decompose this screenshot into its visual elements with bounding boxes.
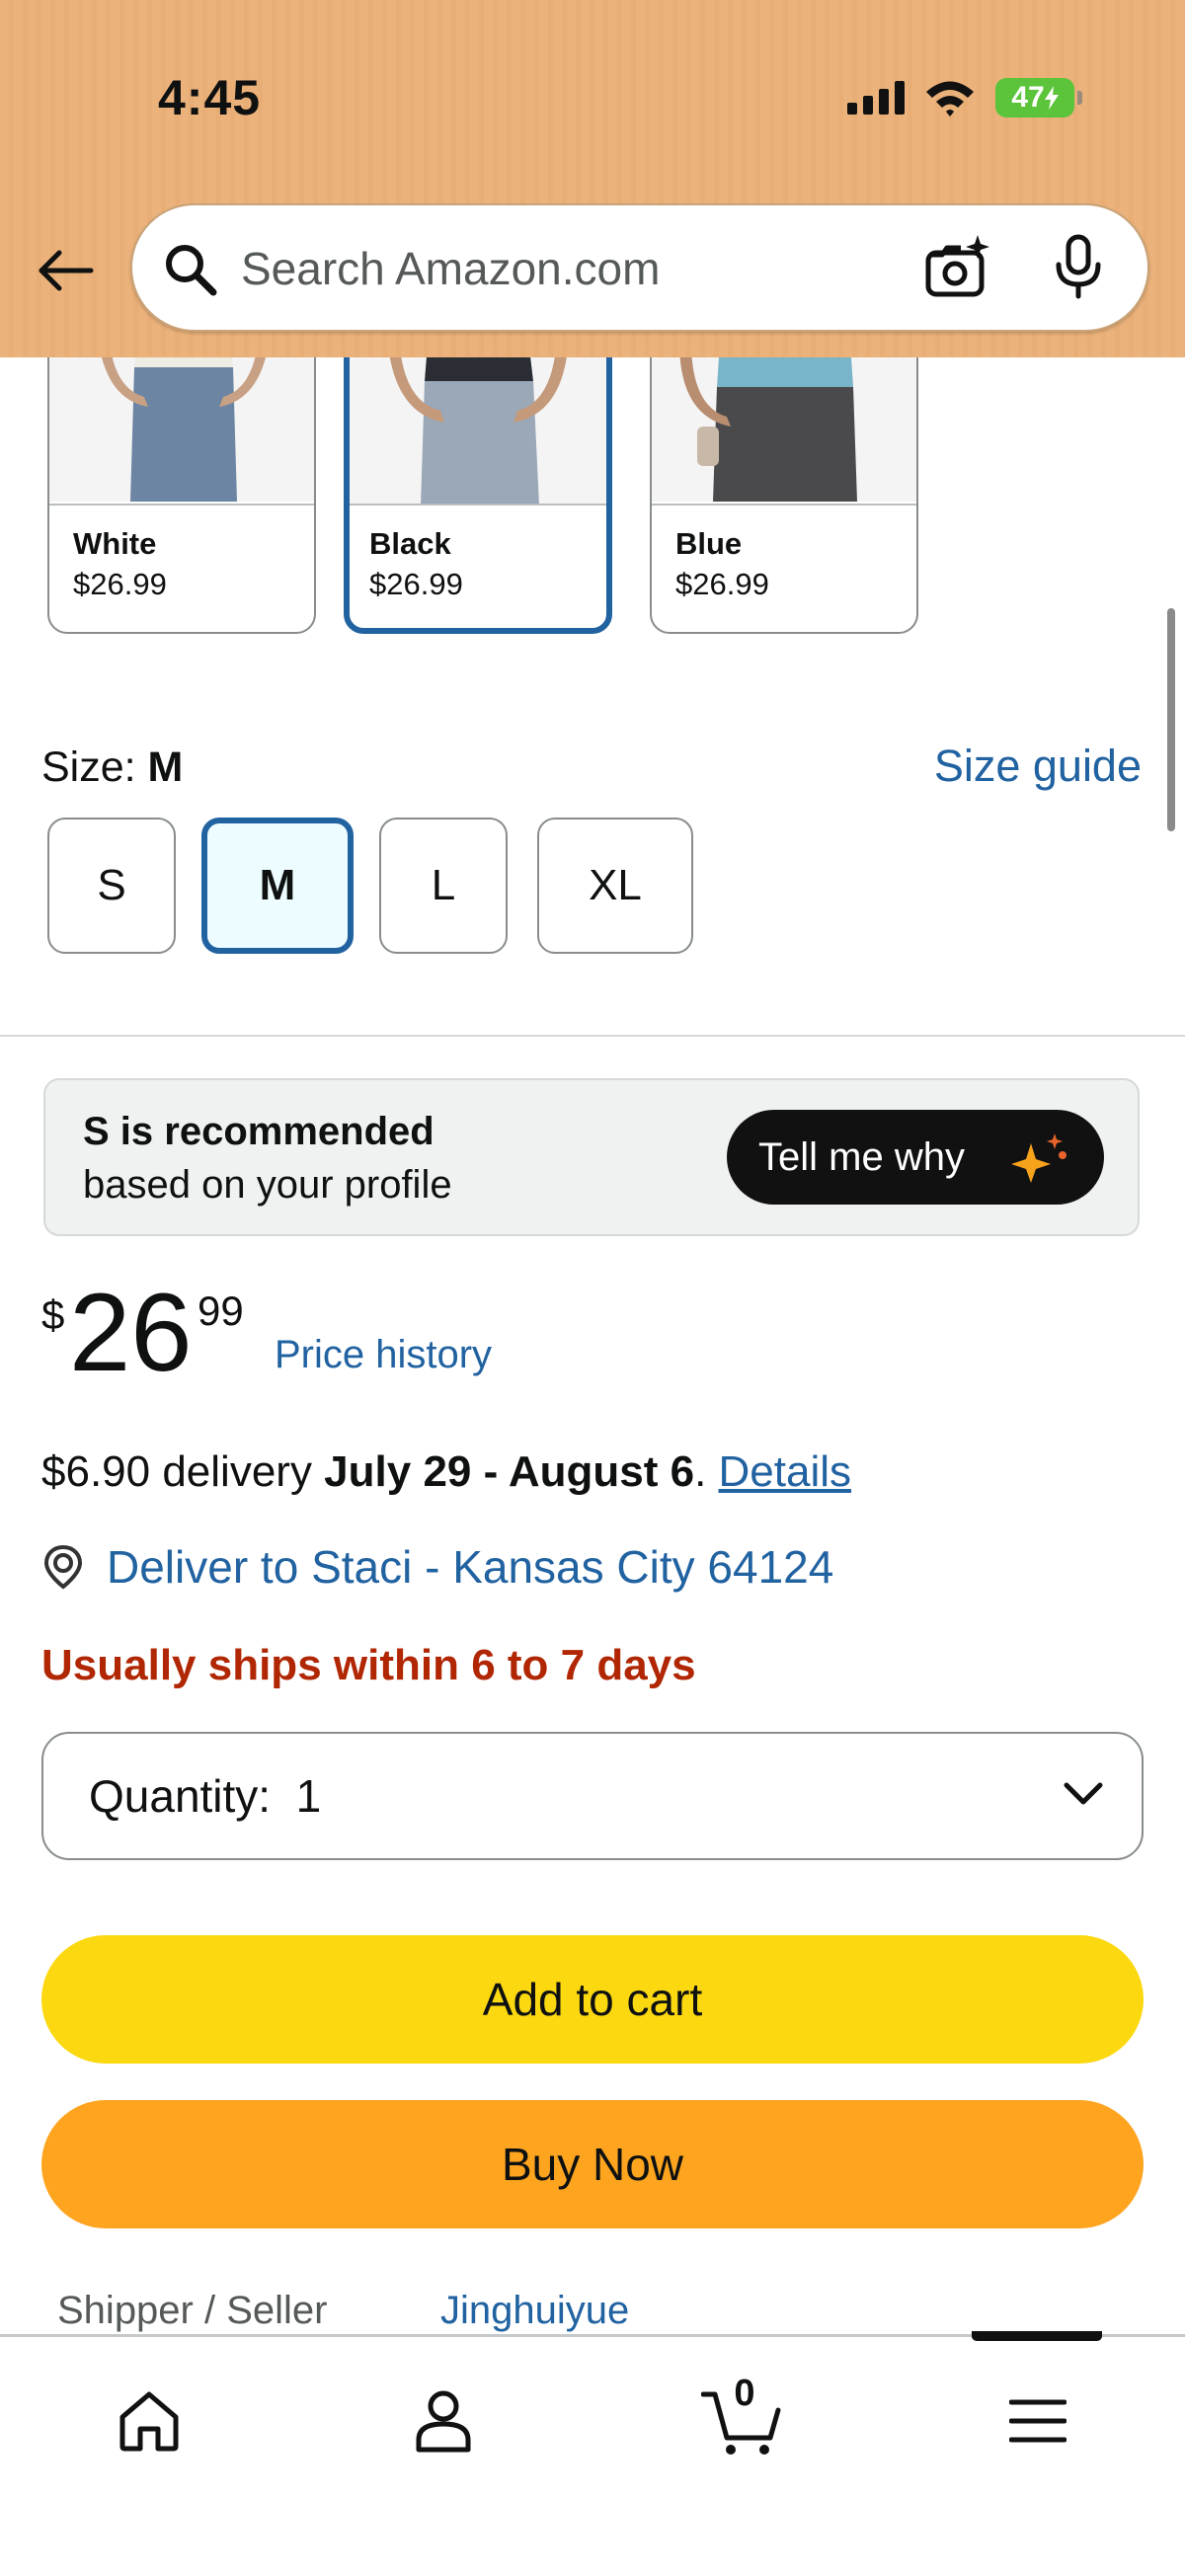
nav-account[interactable] [399,2377,488,2465]
cellular-signal-icon [847,81,905,115]
swatch-info: White $26.99 [49,504,314,606]
home-icon [119,2391,179,2452]
swatch-info: Black $26.99 [350,504,606,606]
camera-search-icon[interactable] [922,233,991,302]
cart-count-badge: 0 [734,2373,755,2414]
price-currency: $ [41,1291,65,1338]
color-swatch-blue[interactable]: Blue $26.99 [650,326,918,634]
account-icon [416,2390,471,2453]
recommendation-subtitle: based on your profile [83,1163,452,1207]
size-guide-link[interactable]: Size guide [934,741,1142,792]
location-pin-icon [43,1544,83,1590]
swatch-info: Blue $26.99 [652,504,916,606]
add-to-cart-button[interactable]: Add to cart [41,1935,1144,2064]
deliver-to-link[interactable]: Deliver to Staci - Kansas City 64124 [41,1540,833,1594]
active-tab-indicator [972,2331,1102,2341]
size-label-text: Size: [41,743,148,791]
delivery-period: . [694,1447,719,1496]
charging-bolt-icon [1044,86,1059,110]
swatch-price: $26.99 [675,567,769,601]
swatch-name: White [73,526,157,561]
battery-level: 47 [1011,81,1045,114]
color-swatch-white[interactable]: White $26.99 [47,326,316,634]
swatch-price: $26.99 [73,567,167,601]
search-icon [166,245,217,296]
app-header: 4:45 47 [0,0,1185,357]
price-history-link[interactable]: Price history [275,1333,492,1377]
swatch-name: Black [369,526,451,561]
sparkle-icon [1011,1133,1066,1183]
microphone-icon[interactable] [1049,233,1108,302]
delivery-info: $6.90 delivery July 29 - August 6. Detai… [41,1447,851,1497]
quantity-label: Quantity: [89,1770,272,1822]
swatch-name: Blue [675,526,743,561]
tell-me-why-label: Tell me why [758,1134,965,1179]
search-bar[interactable] [130,203,1149,332]
size-selected-value: M [147,743,184,791]
status-icons: 47 [847,73,1082,122]
buy-now-button[interactable]: Buy Now [41,2100,1144,2228]
battery-indicator: 47 [995,78,1082,117]
size-recommendation-card: S is recommended based on your profile T… [43,1078,1140,1236]
nav-menu[interactable] [993,2377,1082,2465]
size-option-xl[interactable]: XL [537,818,693,954]
delivery-dates: July 29 - August 6 [324,1447,695,1496]
swatch-image [350,332,606,506]
nav-home[interactable] [105,2377,194,2465]
deliver-to-text: Deliver to Staci - Kansas City 64124 [107,1541,834,1593]
section-divider [0,1035,1185,1037]
back-button[interactable] [34,239,97,302]
scrollbar[interactable] [1167,608,1175,831]
size-option-l[interactable]: L [379,818,508,954]
quantity-value: 1 [295,1770,322,1822]
tell-me-why-button[interactable]: Tell me why [727,1110,1104,1205]
delivery-details-link[interactable]: Details [719,1447,852,1496]
availability-status: Usually ships within 6 to 7 days [41,1641,696,1689]
swatch-price: $26.99 [369,567,463,601]
status-time: 4:45 [158,70,262,125]
chevron-down-icon [1064,1782,1103,1805]
wifi-icon [926,81,974,117]
size-option-s[interactable]: S [47,818,176,954]
back-arrow-icon [39,250,94,291]
search-input[interactable] [241,233,893,304]
quantity-select[interactable]: Quantity: 1 [41,1732,1144,1860]
nav-cart[interactable]: 0 [697,2373,786,2465]
size-label: Size: M [41,743,183,792]
price-whole: 26 [69,1271,193,1394]
recommendation-title: S is recommended [83,1110,434,1153]
seller-name-link[interactable]: Jinghuiyue [440,2289,629,2333]
seller-label: Shipper / Seller [57,2289,328,2332]
price-fraction: 99 [198,1288,244,1334]
bottom-navigation: 0 [0,2331,1185,2576]
delivery-cost: $6.90 delivery [41,1447,325,1496]
color-swatch-black[interactable]: Black $26.99 [344,326,612,634]
hamburger-menu-icon [1009,2399,1066,2443]
size-option-m[interactable]: M [201,818,354,954]
